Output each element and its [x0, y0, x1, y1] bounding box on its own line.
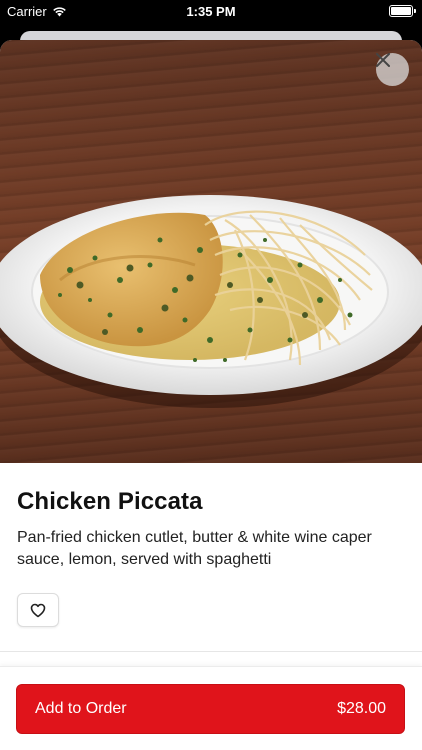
item-details: Chicken Piccata Pan-fried chicken cutlet… — [17, 488, 407, 571]
dish-photo — [0, 40, 422, 463]
item-price: $28.00 — [337, 700, 386, 717]
favorite-button[interactable] — [17, 593, 59, 627]
dish-illustration — [0, 195, 422, 408]
item-description: Pan-fried chicken cutlet, butter & white… — [17, 529, 372, 568]
status-time: 1:35 PM — [186, 4, 236, 19]
heart-icon — [30, 603, 46, 617]
close-icon — [376, 53, 390, 67]
add-to-order-label: Add to Order — [35, 700, 127, 717]
status-bar: Carrier 1:35 PM — [0, 0, 422, 24]
section-divider — [0, 651, 422, 652]
add-to-order-button[interactable]: Add to Order $28.00 — [16, 684, 405, 734]
close-button[interactable] — [376, 53, 409, 86]
battery-icon — [389, 5, 416, 17]
item-title: Chicken Piccata — [17, 488, 203, 515]
item-detail-sheet — [0, 40, 422, 750]
